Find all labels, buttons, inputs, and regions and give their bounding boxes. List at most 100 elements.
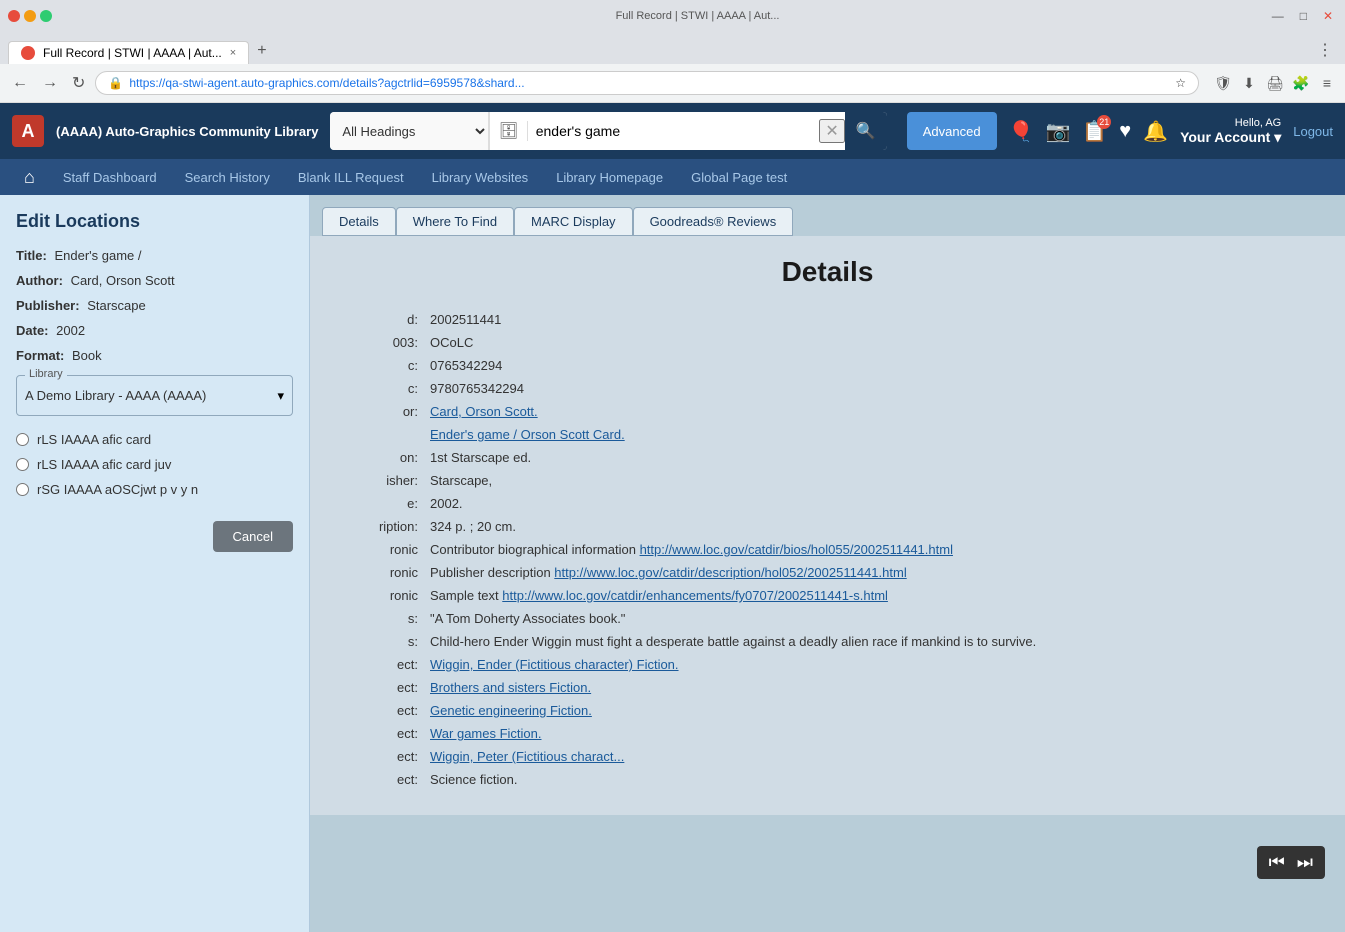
detail-val-20: Science fiction.: [430, 772, 1325, 787]
detail-key-12: ronic: [330, 588, 430, 603]
detail-row-4: or: Card, Orson Scott.: [330, 404, 1325, 419]
window-max-btn[interactable]: [40, 10, 52, 22]
radio-item-1[interactable]: rLS IAAAA afic card: [16, 432, 293, 447]
detail-val-13: "A Tom Doherty Associates book.": [430, 611, 1325, 626]
win-restore[interactable]: □: [1296, 5, 1311, 27]
detail-row-0: d: 2002511441: [330, 312, 1325, 327]
detail-row-14: s: Child-hero Ender Wiggin must fight a …: [330, 634, 1325, 649]
media-prev-button[interactable]: ⏮: [1269, 852, 1285, 873]
address-text: https://qa-stwi-agent.auto-graphics.com/…: [129, 76, 1169, 90]
tab-details[interactable]: Details: [322, 207, 396, 236]
media-next-button[interactable]: ⏭: [1297, 852, 1313, 873]
detail-key-16: ect:: [330, 680, 430, 695]
tab-where-to-find[interactable]: Where To Find: [396, 207, 514, 236]
search-input-wrapper: [528, 123, 820, 139]
bell-icon[interactable]: 🔔: [1143, 119, 1168, 144]
address-bar[interactable]: 🔒 https://qa-stwi-agent.auto-graphics.co…: [95, 71, 1199, 95]
radio-input-3[interactable]: [16, 483, 29, 496]
new-tab-button[interactable]: +: [249, 38, 274, 64]
publisher-label: Publisher:: [16, 298, 80, 313]
user-info[interactable]: Hello, AG Your Account ▾: [1180, 117, 1281, 146]
nav-staff-dashboard[interactable]: Staff Dashboard: [51, 159, 169, 195]
author-value: Card, Orson Scott: [71, 273, 175, 288]
nav-blank-ill[interactable]: Blank ILL Request: [286, 159, 416, 195]
balloon-icon[interactable]: 🎈: [1009, 119, 1034, 144]
logout-link[interactable]: Logout: [1293, 124, 1333, 139]
detail-row-8: e: 2002.: [330, 496, 1325, 511]
browser-menu-icon[interactable]: ≡: [1317, 73, 1337, 93]
detail-key-10: ronic: [330, 542, 430, 557]
radio-input-2[interactable]: [16, 458, 29, 471]
list-icon[interactable]: 📋 21: [1082, 119, 1107, 144]
win-minimize[interactable]: —: [1268, 5, 1288, 27]
content-area: Details d: 2002511441 003: OCoLC c: 0765…: [310, 236, 1345, 815]
detail-row-9: ription: 324 p. ; 20 cm.: [330, 519, 1325, 534]
print-icon[interactable]: 🖨: [1265, 73, 1285, 93]
search-submit-button[interactable]: 🔍: [845, 112, 887, 150]
bio-link[interactable]: http://www.loc.gov/catdir/bios/hol055/20…: [640, 542, 953, 557]
subject-link-2[interactable]: Brothers and sisters Fiction.: [430, 680, 591, 695]
extensions-icon[interactable]: 🧩: [1291, 73, 1311, 93]
cancel-button[interactable]: Cancel: [213, 521, 293, 552]
window-min-btn[interactable]: [24, 10, 36, 22]
library-select-wrapper: A Demo Library - AAAA (AAAA) ▾: [25, 384, 284, 407]
extension-icon[interactable]: 🛡: [1213, 73, 1233, 93]
refresh-button[interactable]: ↻: [68, 69, 89, 97]
sample-link[interactable]: http://www.loc.gov/catdir/enhancements/f…: [502, 588, 888, 603]
field-format: Format: Book: [16, 348, 293, 363]
title-link[interactable]: Ender's game / Orson Scott Card.: [430, 427, 625, 442]
search-input[interactable]: [536, 123, 812, 139]
heart-icon[interactable]: ♥: [1119, 120, 1131, 143]
advanced-search-button[interactable]: Advanced: [907, 112, 997, 150]
radio-input-1[interactable]: [16, 433, 29, 446]
radio-label-1: rLS IAAAA afic card: [37, 432, 151, 447]
subject-link-3[interactable]: Genetic engineering Fiction.: [430, 703, 592, 718]
date-label: Date:: [16, 323, 49, 338]
window-close-btn[interactable]: [8, 10, 20, 22]
tab-goodreads[interactable]: Goodreads® Reviews: [633, 207, 794, 236]
nav-global-page-test[interactable]: Global Page test: [679, 159, 799, 195]
subject-link-5[interactable]: Wiggin, Peter (Fictitious charact...: [430, 749, 624, 764]
subject-link-4[interactable]: War games Fiction.: [430, 726, 542, 741]
nav-bar: ⌂ Staff Dashboard Search History Blank I…: [0, 159, 1345, 195]
pub-desc-link[interactable]: http://www.loc.gov/catdir/description/ho…: [554, 565, 906, 580]
back-button[interactable]: ←: [8, 70, 32, 96]
title-value: Ender's game /: [54, 248, 141, 263]
download-icon[interactable]: ⬇: [1239, 73, 1259, 93]
detail-row-17: ect: Genetic engineering Fiction.: [330, 703, 1325, 718]
detail-row-12: ronic Sample text http://www.loc.gov/cat…: [330, 588, 1325, 603]
radio-item-2[interactable]: rLS IAAAA afic card juv: [16, 457, 293, 472]
detail-key-15: ect:: [330, 657, 430, 672]
author-link[interactable]: Card, Orson Scott.: [430, 404, 538, 419]
detail-val-3: 9780765342294: [430, 381, 1325, 396]
bookmark-icon[interactable]: ☆: [1175, 76, 1186, 90]
detail-key-4: or:: [330, 404, 430, 419]
browser-tab-active[interactable]: Full Record | STWI | AAAA | Aut... ×: [8, 41, 249, 64]
detail-key-5: [330, 427, 430, 442]
detail-row-6: on: 1st Starscape ed.: [330, 450, 1325, 465]
browser-menu-btn[interactable]: ⋮: [1313, 36, 1337, 64]
nav-home[interactable]: ⌂: [12, 159, 47, 195]
detail-key-1: 003:: [330, 335, 430, 350]
radio-item-3[interactable]: rSG IAAAA aOSCjwt p v y n: [16, 482, 293, 497]
detail-key-3: c:: [330, 381, 430, 396]
tab-close-btn[interactable]: ×: [230, 47, 236, 59]
nav-library-homepage[interactable]: Library Homepage: [544, 159, 675, 195]
detail-val-11: Publisher description http://www.loc.gov…: [430, 565, 1325, 580]
tab-marc-display[interactable]: MARC Display: [514, 207, 633, 236]
account-link[interactable]: Your Account ▾: [1180, 129, 1281, 146]
forward-button[interactable]: →: [38, 70, 62, 96]
nav-library-websites[interactable]: Library Websites: [420, 159, 541, 195]
subject-link-1[interactable]: Wiggin, Ender (Fictitious character) Fic…: [430, 657, 679, 672]
nav-search-history[interactable]: Search History: [173, 159, 282, 195]
camera-icon[interactable]: 📷: [1045, 119, 1070, 144]
search-clear-button[interactable]: ✕: [819, 119, 844, 143]
library-select[interactable]: A Demo Library - AAAA (AAAA): [25, 384, 277, 407]
detail-key-17: ect:: [330, 703, 430, 718]
detail-val-2: 0765342294: [430, 358, 1325, 373]
search-type-select[interactable]: All Headings: [330, 112, 490, 150]
detail-row-7: isher: Starscape,: [330, 473, 1325, 488]
detail-key-0: d:: [330, 312, 430, 327]
search-bar: All Headings 🗄 ✕ 🔍: [330, 112, 886, 150]
win-close[interactable]: ✕: [1319, 5, 1337, 27]
